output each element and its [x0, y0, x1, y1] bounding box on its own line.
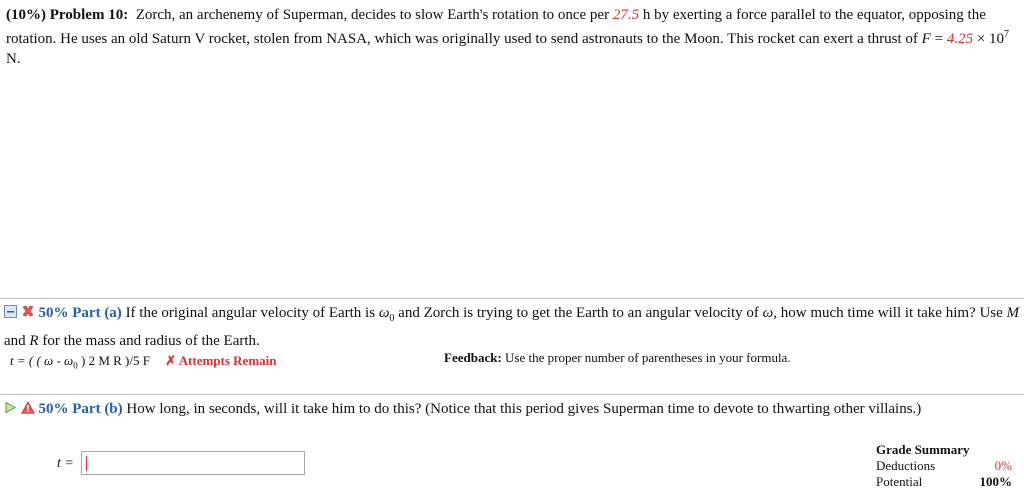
- answer-formula-prefix: t = ( ( ω - ω: [10, 353, 74, 368]
- collapse-icon[interactable]: [4, 303, 17, 325]
- part-a-text-5: for the mass and radius of the Earth.: [42, 333, 260, 349]
- problem-text-1: Zorch, an archenemy of Superman, decides…: [135, 7, 610, 23]
- part-a-text-1: If the original angular velocity of Eart…: [125, 305, 376, 321]
- part-a-title: 50% Part (a): [38, 305, 122, 321]
- feedback-label: Feedback:: [444, 350, 502, 365]
- part-a: 50% Part (a) If the original angular vel…: [4, 302, 1020, 352]
- text-cursor: [86, 456, 87, 471]
- times-ten: × 10: [976, 31, 1005, 47]
- potential-label: Potential: [876, 474, 923, 489]
- omega0-symbol: ω: [378, 305, 390, 321]
- part-b: 50% Part (b) How long, in seconds, will …: [4, 398, 1020, 421]
- separator-top: [0, 298, 1024, 299]
- part-a-answer: t = ( ( ω - ω0 ) 2 M R )/5 F ✗ Attempts …: [10, 352, 277, 375]
- part-a-text-2: and Zorch is trying to get the Earth to …: [398, 305, 759, 321]
- answer-input-label: t =: [57, 456, 74, 471]
- attempts-remain: ✗ Attempts Remain: [165, 353, 277, 368]
- exponent: 7: [1004, 29, 1010, 40]
- problem-header: (10%) Problem 10:: [6, 7, 129, 23]
- expand-icon[interactable]: [4, 399, 17, 421]
- mass-symbol: M: [1006, 305, 1020, 321]
- force-unit: N.: [6, 51, 21, 67]
- deductions-row: Deductions 0%: [876, 458, 1012, 474]
- omega0-subscript: 0: [389, 313, 395, 324]
- problem-statement: (10%) Problem 10: Zorch, an archenemy of…: [6, 5, 1016, 69]
- grade-summary: Grade Summary Deductions 0% Potential 10…: [876, 442, 1012, 490]
- deductions-value: 0%: [994, 458, 1012, 473]
- incorrect-icon: [21, 303, 35, 325]
- omega-symbol: ω: [762, 305, 774, 321]
- part-b-title: 50% Part (b): [38, 401, 123, 417]
- part-b-text: How long, in seconds, will it take him t…: [126, 401, 922, 417]
- separator-middle: [0, 394, 1024, 395]
- feedback: Feedback: Use the proper number of paren…: [444, 350, 791, 366]
- potential-value: 100%: [979, 474, 1013, 489]
- period-value: 27.5: [612, 7, 640, 23]
- answer-formula-subscript: 0: [73, 360, 78, 371]
- force-symbol: F: [921, 31, 931, 47]
- answer-input[interactable]: [81, 451, 305, 475]
- radius-symbol: R: [29, 333, 39, 349]
- answer-formula-suffix: ) 2 M R )/5 F: [80, 353, 150, 368]
- part-a-text-4: and: [4, 333, 26, 349]
- equals-sign: =: [934, 31, 944, 47]
- deductions-label: Deductions: [876, 458, 936, 473]
- part-a-text-3: , how much time will it take him? Use: [773, 305, 1003, 321]
- feedback-text: Use the proper number of parentheses in …: [505, 350, 791, 365]
- warning-icon: [20, 399, 35, 421]
- force-value: 4.25: [946, 31, 974, 47]
- grade-summary-title: Grade Summary: [876, 442, 970, 457]
- potential-row: Potential 100%: [876, 474, 1012, 490]
